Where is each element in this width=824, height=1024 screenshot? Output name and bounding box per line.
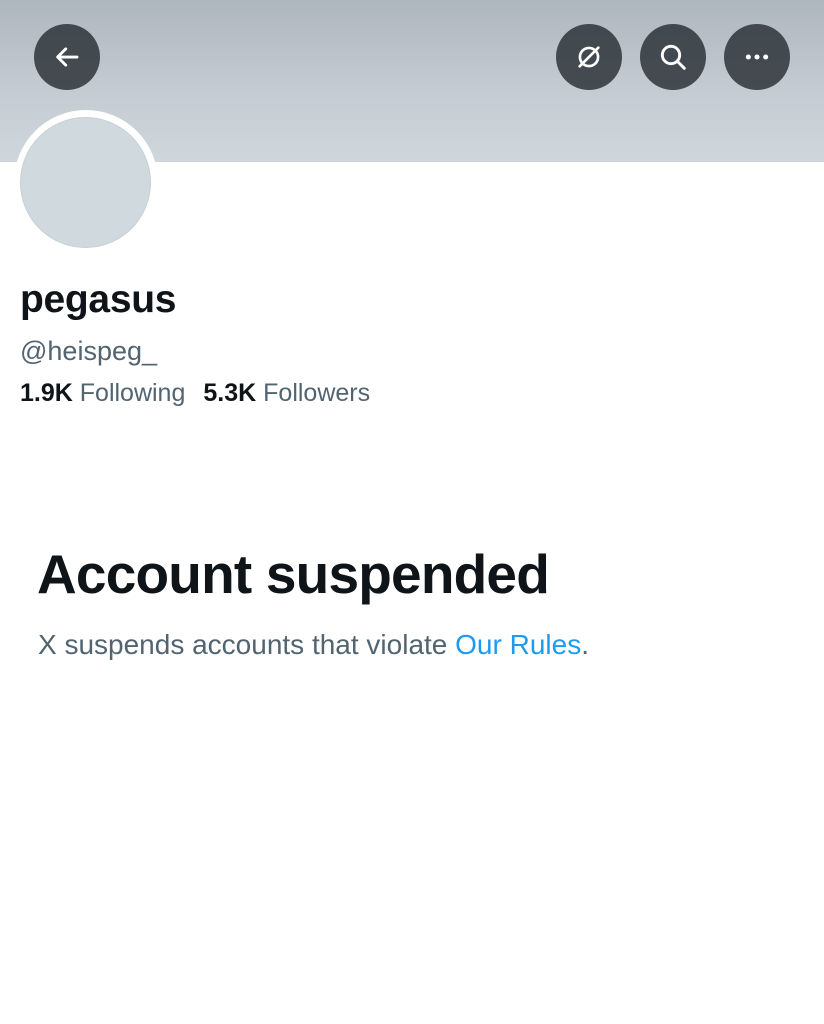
translate-button[interactable] bbox=[556, 24, 622, 90]
display-name: pegasus bbox=[20, 278, 177, 321]
suspended-message-end: . bbox=[581, 629, 589, 660]
following-count: 1.9K bbox=[20, 379, 73, 407]
following-label: Following bbox=[79, 379, 186, 407]
following-link[interactable]: 1.9K Following bbox=[20, 379, 185, 407]
translate-off-icon bbox=[573, 41, 605, 73]
search-button[interactable] bbox=[640, 24, 706, 90]
suspended-message-text: X suspends accounts that violate bbox=[38, 629, 456, 660]
more-button[interactable] bbox=[724, 24, 790, 90]
more-horizontal-icon bbox=[741, 41, 773, 73]
search-icon bbox=[657, 41, 689, 73]
followers-label: Followers bbox=[263, 379, 371, 407]
followers-link[interactable]: 5.3K Followers bbox=[203, 379, 370, 407]
follow-stats: 1.9K Following 5.3K Followers bbox=[20, 379, 370, 408]
username-handle: @heispeg_ bbox=[20, 336, 158, 366]
back-button[interactable] bbox=[34, 24, 100, 90]
followers-count: 5.3K bbox=[203, 379, 257, 407]
our-rules-link[interactable]: Our Rules bbox=[455, 629, 581, 660]
avatar[interactable] bbox=[20, 117, 151, 248]
arrow-left-icon bbox=[52, 42, 82, 72]
suspended-message: X suspends accounts that violate Our Rul… bbox=[38, 629, 589, 661]
suspended-title: Account suspended bbox=[37, 543, 550, 605]
profile-screen: pegasus @heispeg_ 1.9K Following 5.3K Fol… bbox=[0, 0, 824, 1024]
